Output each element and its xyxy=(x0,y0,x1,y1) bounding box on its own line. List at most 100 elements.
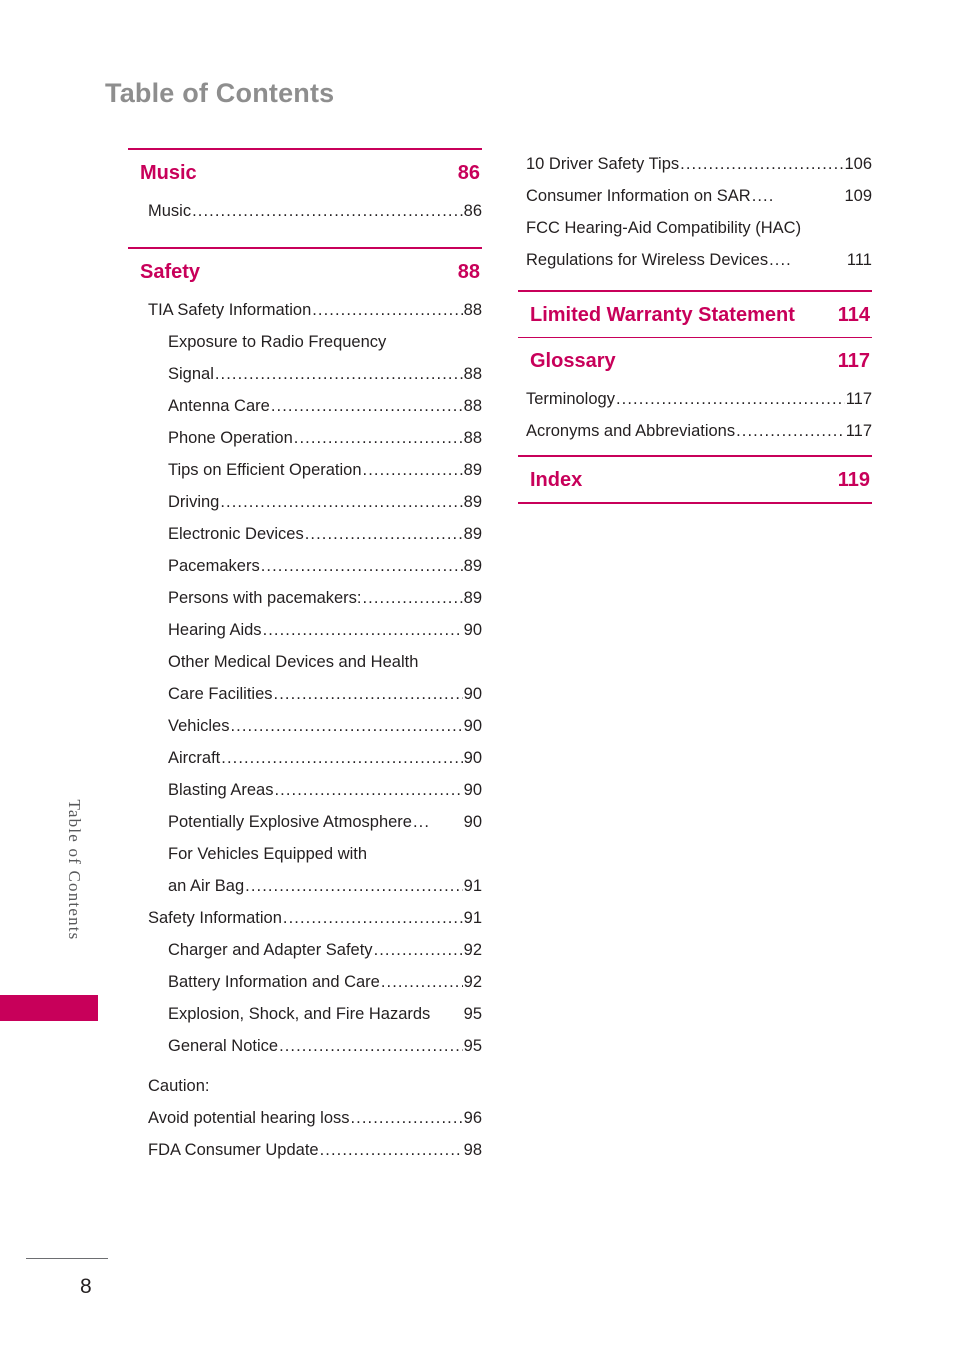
toc-entry[interactable]: Phone Operation ........................… xyxy=(128,422,482,454)
toc-section-limited-warranty[interactable]: Limited Warranty Statement 114 xyxy=(518,292,872,337)
toc-entry-label: Pacemakers xyxy=(168,557,260,575)
side-tab-label: Table of Contents xyxy=(65,799,84,941)
toc-entry[interactable]: Tips on Efficient Operation ............… xyxy=(128,454,482,486)
toc-entry-page: 90 xyxy=(463,749,482,767)
toc-entry-label: Care Facilities xyxy=(168,685,273,703)
toc-entry-label: Charger and Adapter Safety xyxy=(168,941,373,959)
toc-entry[interactable]: Caution: xyxy=(128,1070,482,1102)
toc-left-column: Music 86 Music .........................… xyxy=(128,148,482,1166)
toc-entry-dots: ........................................… xyxy=(262,621,463,639)
toc-entry-label: Other Medical Devices and Health xyxy=(168,653,419,671)
toc-entry-label: an Air Bag xyxy=(168,877,245,895)
toc-entry-page: 92 xyxy=(463,973,482,991)
toc-entry-page: 89 xyxy=(463,589,482,607)
toc-entry-dots: ........................................… xyxy=(362,461,463,479)
toc-section-music[interactable]: Music 86 xyxy=(128,150,482,195)
section-divider xyxy=(518,502,872,504)
toc-entry-page: 92 xyxy=(463,941,482,959)
toc-entry[interactable]: Charger and Adapter Safety .............… xyxy=(128,934,482,966)
section-title: Index xyxy=(530,469,583,491)
toc-entry-page: 117 xyxy=(845,390,872,408)
toc-entry-label: TIA Safety Information xyxy=(148,301,312,319)
toc-entry[interactable]: Avoid potential hearing loss ...........… xyxy=(128,1102,482,1134)
toc-entry[interactable]: Blasting Areas .........................… xyxy=(128,774,482,806)
toc-entry[interactable]: FCC Hearing-Aid Compatibility (HAC) xyxy=(518,212,872,244)
toc-entry[interactable]: Other Medical Devices and Health xyxy=(128,646,482,678)
toc-entry-page: 111 xyxy=(846,251,872,269)
toc-entry[interactable]: Battery Information and Care ...........… xyxy=(128,966,482,998)
toc-entry[interactable]: Explosion, Shock, and Fire Hazards 95 xyxy=(128,998,482,1030)
toc-entry[interactable]: Antenna Care ...........................… xyxy=(128,390,482,422)
toc-entry[interactable]: Exposure to Radio Frequency xyxy=(128,326,482,358)
toc-entry-label: Music xyxy=(148,202,192,220)
toc-entry-page: 88 xyxy=(463,397,482,415)
toc-entry-label: Regulations for Wireless Devices xyxy=(526,251,769,269)
toc-entry[interactable]: Music ..................................… xyxy=(128,195,482,227)
toc-entry-page: 91 xyxy=(463,877,482,895)
toc-entry[interactable]: Consumer Information on SAR .... 109 xyxy=(518,180,872,212)
toc-entry-page: 90 xyxy=(463,621,482,639)
toc-entry-label: Vehicles xyxy=(168,717,230,735)
toc-entry-dots: ........................................… xyxy=(260,557,463,575)
toc-entry-page: 88 xyxy=(463,429,482,447)
section-page: 86 xyxy=(457,162,480,184)
toc-entry[interactable]: 10 Driver Safety Tips ..................… xyxy=(518,148,872,180)
toc-entry-label: Terminology xyxy=(526,390,615,408)
toc-entry-label: For Vehicles Equipped with xyxy=(168,845,368,863)
toc-entry-page: 98 xyxy=(463,1141,482,1159)
toc-entry-label: FCC Hearing-Aid Compatibility (HAC) xyxy=(526,219,802,237)
toc-entry[interactable]: Pacemakers .............................… xyxy=(128,550,482,582)
toc-section-index[interactable]: Index 119 xyxy=(518,457,872,502)
toc-entry-label: Safety Information xyxy=(148,909,282,927)
toc-entry-label: Signal xyxy=(168,365,214,383)
toc-entry[interactable]: Care Facilities ........................… xyxy=(128,678,482,710)
toc-entry-dots: ........................................… xyxy=(373,941,463,959)
toc-entry-label: Avoid potential hearing loss xyxy=(148,1109,350,1127)
toc-entry[interactable]: Vehicles ...............................… xyxy=(128,710,482,742)
toc-entry-dots: ........................................… xyxy=(221,749,462,767)
toc-entry[interactable]: General Notice .........................… xyxy=(128,1030,482,1062)
toc-entry-dots: ........................................… xyxy=(380,973,463,991)
toc-entry-dots: ........................................… xyxy=(274,781,463,799)
toc-entry[interactable]: Terminology ............................… xyxy=(518,383,872,415)
toc-entry-dots: ........................................… xyxy=(230,717,462,735)
toc-entry-dots: ........................................… xyxy=(304,525,463,543)
section-title: Limited Warranty Statement xyxy=(530,304,795,326)
toc-entry-label: Battery Information and Care xyxy=(168,973,380,991)
toc-entry-page: 88 xyxy=(463,365,482,383)
toc-entry[interactable]: Acronyms and Abbreviations .............… xyxy=(518,415,872,447)
page-number: 8 xyxy=(80,1275,92,1298)
toc-entry-page: 89 xyxy=(463,493,482,511)
toc-section-glossary[interactable]: Glossary 117 xyxy=(518,338,872,383)
toc-entry-label: Hearing Aids xyxy=(168,621,262,639)
toc-entry-dots: .... xyxy=(769,251,792,269)
toc-section-safety[interactable]: Safety 88 xyxy=(128,249,482,294)
toc-entry-dots: ........................................… xyxy=(270,397,463,415)
toc-entry[interactable]: FDA Consumer Update ....................… xyxy=(128,1134,482,1166)
toc-entry[interactable]: Hearing Aids ...........................… xyxy=(128,614,482,646)
toc-entry-dots: ........................................… xyxy=(220,493,462,511)
section-title: Music xyxy=(140,162,197,184)
toc-entry[interactable]: Safety Information .....................… xyxy=(128,902,482,934)
toc-entry-dots: ........................................… xyxy=(615,390,845,408)
toc-entry-label: Explosion, Shock, and Fire Hazards xyxy=(168,1005,431,1023)
toc-entry[interactable]: an Air Bag .............................… xyxy=(128,870,482,902)
toc-entry[interactable]: Regulations for Wireless Devices .... 11… xyxy=(518,244,872,276)
toc-right-column: 10 Driver Safety Tips ..................… xyxy=(518,148,872,504)
toc-entry[interactable]: Persons with pacemakers: ...............… xyxy=(128,582,482,614)
side-tab-marker xyxy=(0,995,98,1021)
toc-entry-page: 90 xyxy=(463,717,482,735)
toc-entry[interactable]: For Vehicles Equipped with xyxy=(128,838,482,870)
section-page: 114 xyxy=(837,304,870,326)
section-page: 119 xyxy=(837,469,870,491)
toc-entry[interactable]: Potentially Explosive Atmosphere ... 90 xyxy=(128,806,482,838)
toc-entry[interactable]: Driving ................................… xyxy=(128,486,482,518)
toc-entry[interactable]: Signal .................................… xyxy=(128,358,482,390)
toc-entry-page: 90 xyxy=(463,781,482,799)
toc-entry[interactable]: TIA Safety Information .................… xyxy=(128,294,482,326)
toc-entry-dots: ........................................… xyxy=(319,1141,463,1159)
toc-entry[interactable]: Electronic Devices .....................… xyxy=(128,518,482,550)
page-number-divider xyxy=(26,1258,108,1259)
toc-entry[interactable]: Aircraft ...............................… xyxy=(128,742,482,774)
toc-entry-page: 88 xyxy=(463,301,482,319)
